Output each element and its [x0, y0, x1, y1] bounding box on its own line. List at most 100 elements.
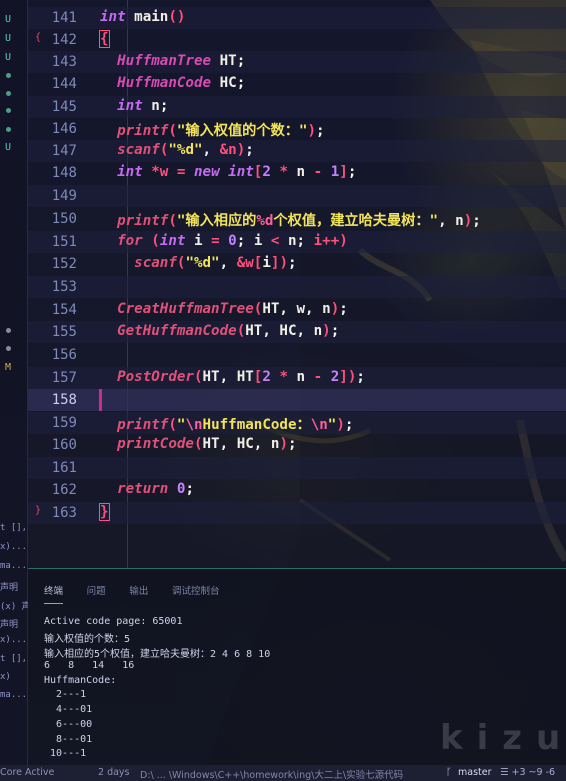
escape-sequence: \n: [185, 417, 203, 433]
code-text: printf("输入权值的个数：");: [100, 120, 325, 140]
outline-item[interactable]: (x) 声...: [0, 599, 28, 612]
identifier: HT: [219, 53, 237, 69]
code-editor[interactable]: 141 int main() { 142 { 143 HuffmanTree H…: [28, 0, 566, 568]
code-text: HuffmanTree HT;: [100, 53, 245, 69]
code-text: {: [99, 30, 110, 48]
line-number: 153: [51, 279, 77, 295]
git-status-untracked: U: [5, 52, 12, 63]
number-literal: 2: [330, 369, 340, 385]
outline-item[interactable]: x)...: [0, 635, 28, 645]
code-line[interactable]: 162 return 0;: [28, 479, 566, 501]
brace: {: [99, 30, 110, 48]
tab-debug-console[interactable]: 调试控制台: [172, 583, 220, 603]
git-status-untracked: U: [5, 33, 12, 44]
outline-item[interactable]: t [],...: [0, 523, 28, 533]
address-expr: &n: [219, 142, 237, 158]
code-line[interactable]: 146 printf("输入权值的个数：");: [28, 118, 566, 140]
punct: ,: [219, 436, 229, 452]
address-expr: &w: [236, 255, 254, 271]
paren: (: [168, 9, 177, 25]
line-number: 147: [51, 143, 77, 159]
identifier: n: [288, 233, 297, 249]
status-path[interactable]: D:\ ... \Windows\C++\homework\ing\大二上\实验…: [140, 767, 403, 781]
identifier: HT: [202, 369, 220, 385]
code-line[interactable]: 161: [28, 457, 566, 479]
paren: ): [336, 417, 345, 433]
line-number: 159: [51, 415, 77, 431]
punct: ;: [472, 213, 481, 229]
identifier: i: [193, 233, 203, 249]
code-line[interactable]: 144 HuffmanCode HC;: [28, 73, 566, 95]
terminal-line: 8---01: [44, 734, 93, 745]
punct: ,: [253, 436, 263, 452]
code-line[interactable]: 150 printf("输入相应的%d个权值，建立哈夫曼树：", n);: [28, 208, 566, 230]
text-cursor: [99, 389, 102, 411]
line-number: 158: [51, 392, 77, 408]
code-line[interactable]: 148 int *w = new int[2 * n - 1];: [28, 162, 566, 184]
code-line[interactable]: 160 printCode(HT, HC, n);: [28, 434, 566, 456]
punct: ;: [344, 417, 354, 433]
code-line[interactable]: } 163 }: [28, 502, 566, 524]
outline-item[interactable]: 声明: [0, 580, 28, 593]
code-line-current[interactable]: 158: [28, 389, 566, 411]
code-line[interactable]: 141 int main(): [28, 7, 566, 29]
outline-item[interactable]: x)...: [0, 542, 28, 552]
punct: ;: [347, 164, 357, 180]
identifier: HT: [202, 436, 220, 452]
punct: ;: [316, 123, 325, 139]
punct: ;: [330, 323, 340, 339]
code-line[interactable]: 143 HuffmanTree HT;: [28, 51, 566, 73]
outline-item[interactable]: x): [0, 672, 28, 682]
string-literal: "输入相应的: [176, 213, 257, 229]
number-literal: 0: [228, 233, 237, 249]
paren: ): [176, 9, 186, 25]
paren: (: [236, 323, 246, 339]
code-line[interactable]: 147 scanf("%d", &n);: [28, 140, 566, 162]
status-changes[interactable]: ☰ +3 ~9 -6: [500, 767, 555, 778]
tab-problems[interactable]: 问题: [87, 583, 106, 603]
tab-output[interactable]: 输出: [129, 583, 148, 603]
code-text: int *w = new int[2 * n - 1];: [100, 164, 356, 180]
punct: ,: [219, 369, 229, 385]
outline-item[interactable]: 声明: [0, 617, 28, 630]
identifier: HT: [262, 301, 280, 317]
identifier: HT: [245, 323, 263, 339]
keyword: int: [117, 98, 143, 114]
operator: *: [279, 164, 288, 180]
code-text: CreatHuffmanTree(HT, w, n);: [100, 301, 348, 317]
outline-item[interactable]: ma...: [0, 561, 28, 571]
code-line[interactable]: { 142 {: [28, 29, 566, 51]
punct: ,: [305, 301, 314, 317]
paren: ): [236, 142, 246, 158]
code-line[interactable]: 155 GetHuffmanCode(HT, HC, n);: [28, 321, 566, 343]
code-line[interactable]: 159 printf("\nHuffmanCode：\n");: [28, 412, 566, 434]
code-line[interactable]: 154 CreatHuffmanTree(HT, w, n);: [28, 299, 566, 321]
terminal-line: 2---1: [44, 689, 87, 700]
code-line[interactable]: 151 for (int i = 0; i < n; i++): [28, 231, 566, 253]
code-line[interactable]: 153: [28, 276, 566, 298]
terminal-line: 10---1: [44, 748, 87, 759]
tab-terminal[interactable]: 终端: [44, 583, 64, 604]
outline-item[interactable]: t [],...: [0, 654, 28, 664]
line-number: 142: [51, 32, 77, 48]
paren: ): [463, 213, 473, 229]
code-text: for (int i = 0; i < n; i++): [100, 233, 348, 249]
function-name: printf: [117, 213, 169, 229]
code-text: int main(): [100, 9, 185, 25]
code-line[interactable]: 145 int n;: [28, 96, 566, 118]
code-text: int n;: [100, 98, 168, 114]
outline-item[interactable]: ma...: [0, 690, 28, 700]
git-branch-icon[interactable]: ᚴ: [446, 767, 452, 778]
git-status-modified: M: [5, 362, 12, 373]
number-literal: 1: [330, 164, 340, 180]
line-number: 150: [51, 211, 77, 227]
punct: ,: [438, 213, 447, 229]
code-line[interactable]: 149: [28, 185, 566, 207]
git-status-untracked: U: [5, 14, 12, 25]
code-line[interactable]: 156: [28, 344, 566, 366]
code-line[interactable]: 152 scanf("%d", &w[i]);: [28, 253, 566, 275]
code-line[interactable]: 157 PostOrder(HT, HT[2 * n - 2]);: [28, 367, 566, 389]
git-status-dot: [6, 108, 11, 113]
paren: ): [279, 436, 288, 452]
status-branch[interactable]: master: [458, 767, 492, 778]
